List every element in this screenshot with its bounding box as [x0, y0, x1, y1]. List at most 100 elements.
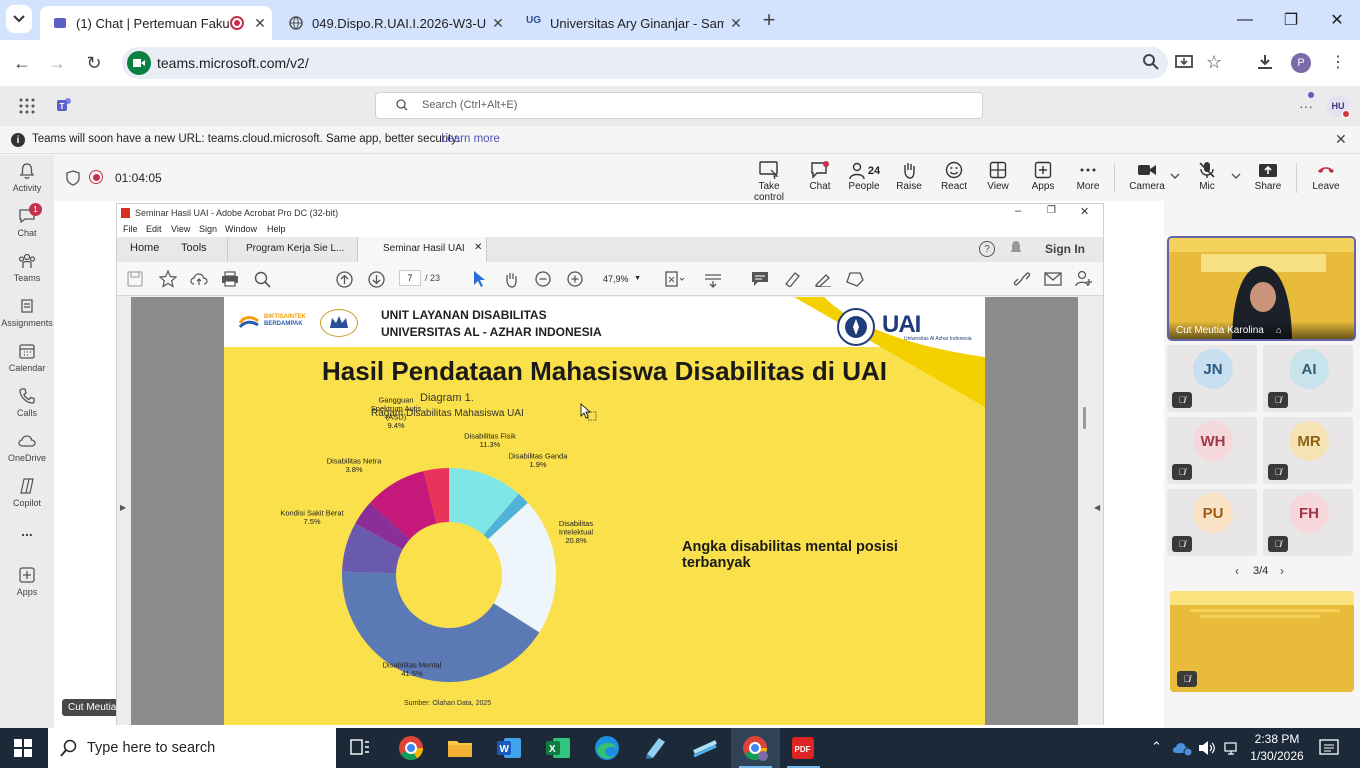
hand-tool-icon[interactable]	[502, 270, 520, 288]
scrollbar-thumb[interactable]	[1083, 407, 1086, 429]
snipping-tool-icon[interactable]	[691, 734, 719, 762]
save-icon[interactable]	[127, 271, 143, 287]
rail-item-teams[interactable]: Teams	[0, 252, 54, 283]
show-hidden-icons-icon[interactable]: ⌃	[1151, 739, 1162, 755]
email-icon[interactable]	[1044, 272, 1062, 286]
close-window-button[interactable]: ✕	[1314, 0, 1360, 40]
minimize-button[interactable]: —	[1222, 0, 1268, 40]
presenter-video-tile[interactable]: Cut Meutia Karolina ⌂	[1167, 236, 1356, 341]
tab-search-button[interactable]	[6, 5, 32, 33]
page-number-input[interactable]: 7	[399, 270, 421, 286]
comment-icon[interactable]	[751, 271, 769, 287]
participant-tile[interactable]: MR 🎙̸	[1263, 417, 1353, 484]
menu-help[interactable]: Help	[267, 224, 286, 234]
notification-bell-icon[interactable]	[1009, 240, 1023, 259]
onedrive-status-icon[interactable]	[1172, 739, 1194, 757]
left-pane-collapse[interactable]: ▶	[117, 297, 131, 725]
tab-seminar-hasil[interactable]: Seminar Hasil UAI ✕	[357, 237, 487, 262]
tab-home[interactable]: Home	[130, 242, 159, 254]
zoom-icon[interactable]	[1142, 53, 1160, 74]
dismiss-banner-icon[interactable]: ✕	[1335, 131, 1347, 148]
pdf-app-icon[interactable]: PDF	[789, 734, 817, 762]
notification-center-icon[interactable]	[1319, 739, 1339, 757]
clock-date[interactable]: 1/30/2026	[1246, 749, 1308, 763]
clock-time[interactable]: 2:38 PM	[1252, 732, 1302, 746]
excel-icon[interactable]: X	[544, 734, 572, 762]
browser-tab-teams[interactable]: (1) Chat | Pertemuan Fakulta ✕	[40, 6, 272, 40]
previous-page-icon[interactable]	[336, 271, 353, 288]
task-view-icon[interactable]	[347, 736, 375, 764]
print-icon[interactable]	[221, 271, 239, 287]
maximize-button[interactable]: ❐	[1268, 0, 1314, 40]
rail-item-onedrive[interactable]: OneDrive	[0, 432, 54, 463]
pin-icon[interactable]: ⌂	[1276, 325, 1281, 335]
right-pane-scrollbar[interactable]: ◀	[1078, 297, 1103, 725]
camera-options-chevron-icon[interactable]	[1170, 169, 1180, 183]
next-page-icon[interactable]	[368, 271, 385, 288]
more-button[interactable]: More	[1062, 161, 1114, 192]
network-icon[interactable]	[1224, 740, 1242, 756]
address-bar[interactable]: teams.microsoft.com/v2/	[122, 47, 1168, 79]
leave-button[interactable]: Leave	[1300, 161, 1352, 192]
previous-page-button[interactable]: ‹	[1235, 564, 1239, 578]
rail-item-chat[interactable]: Chat 1	[0, 203, 54, 238]
zoom-in-icon[interactable]	[567, 271, 583, 287]
new-tab-button[interactable]: +	[754, 5, 784, 35]
word-icon[interactable]: W	[495, 734, 523, 762]
edge-icon[interactable]	[593, 734, 621, 762]
share-button[interactable]: Share	[1242, 161, 1294, 192]
zoom-select[interactable]: 47,9% ▼	[598, 269, 646, 287]
close-tab-icon[interactable]: ✕	[486, 15, 510, 32]
star-icon[interactable]	[159, 270, 177, 288]
tab-program-kerja[interactable]: Program Kerja Sie L...	[227, 237, 357, 262]
volume-icon[interactable]	[1198, 740, 1216, 756]
highlight-pen-icon[interactable]	[783, 271, 801, 287]
participant-tile[interactable]: FH 🎙̸	[1263, 489, 1353, 556]
page-fit-icon[interactable]	[665, 271, 685, 287]
help-icon[interactable]: ?	[979, 241, 995, 257]
zoom-out-icon[interactable]	[535, 271, 551, 287]
site-info-icon[interactable]	[127, 51, 151, 75]
acrobat-minimize-icon[interactable]: –	[1015, 205, 1021, 217]
menu-edit[interactable]: Edit	[146, 224, 162, 234]
rail-item-activity[interactable]: Activity	[0, 162, 54, 193]
close-tab-icon[interactable]: ✕	[248, 15, 272, 32]
rail-more-button[interactable]: ...	[0, 523, 54, 539]
take-control-button[interactable]: Take control	[743, 161, 795, 203]
next-page-button[interactable]: ›	[1280, 564, 1284, 578]
profile-avatar[interactable]: P	[1291, 53, 1311, 73]
downloads-icon[interactable]	[1256, 53, 1274, 74]
acrobat-close-icon[interactable]: ✕	[1080, 205, 1089, 218]
acrobat-restore-icon[interactable]: ❐	[1047, 205, 1056, 216]
participant-tile[interactable]: AI 🎙̸	[1263, 345, 1353, 412]
select-cursor-icon[interactable]	[472, 270, 486, 288]
install-app-icon[interactable]	[1175, 53, 1193, 74]
bookmark-star-icon[interactable]: ☆	[1206, 52, 1222, 73]
sign-in-button[interactable]: Sign In	[1045, 242, 1085, 256]
chrome-icon[interactable]	[397, 734, 425, 762]
app-launcher-icon[interactable]	[19, 98, 35, 117]
chrome-taskbar-active[interactable]	[731, 728, 780, 768]
browser-menu-icon[interactable]: ⋮	[1330, 52, 1346, 72]
rail-item-assignments[interactable]: Assignments	[0, 297, 54, 328]
taskbar-search-input[interactable]: Type here to search	[48, 728, 336, 768]
reload-button[interactable]: ↻	[79, 48, 109, 78]
more-options-icon[interactable]: ···	[1299, 98, 1313, 114]
teams-search-input[interactable]: Search (Ctrl+Alt+E)	[375, 92, 983, 119]
sign-pen-icon[interactable]	[814, 271, 832, 287]
file-explorer-icon[interactable]	[446, 734, 474, 762]
back-button[interactable]: ←	[7, 48, 37, 78]
learn-more-link[interactable]: Learn more	[441, 133, 500, 145]
scroll-mode-icon[interactable]	[704, 270, 722, 288]
link-icon[interactable]	[1012, 271, 1032, 287]
stamp-icon[interactable]	[845, 270, 865, 288]
notepad-icon[interactable]	[642, 734, 670, 762]
camera-button[interactable]: Camera	[1121, 161, 1173, 192]
participant-tile[interactable]: WH 🎙̸	[1167, 417, 1257, 484]
shared-content-thumbnail[interactable]: 🎙̸	[1170, 591, 1354, 692]
menu-view[interactable]: View	[171, 224, 190, 234]
mic-options-chevron-icon[interactable]	[1231, 169, 1241, 183]
cloud-upload-icon[interactable]	[190, 271, 208, 287]
browser-tab-universitas[interactable]: UG Universitas Ary Ginanjar - Samb ✕	[514, 6, 748, 40]
close-tab-icon[interactable]: ✕	[724, 15, 748, 32]
